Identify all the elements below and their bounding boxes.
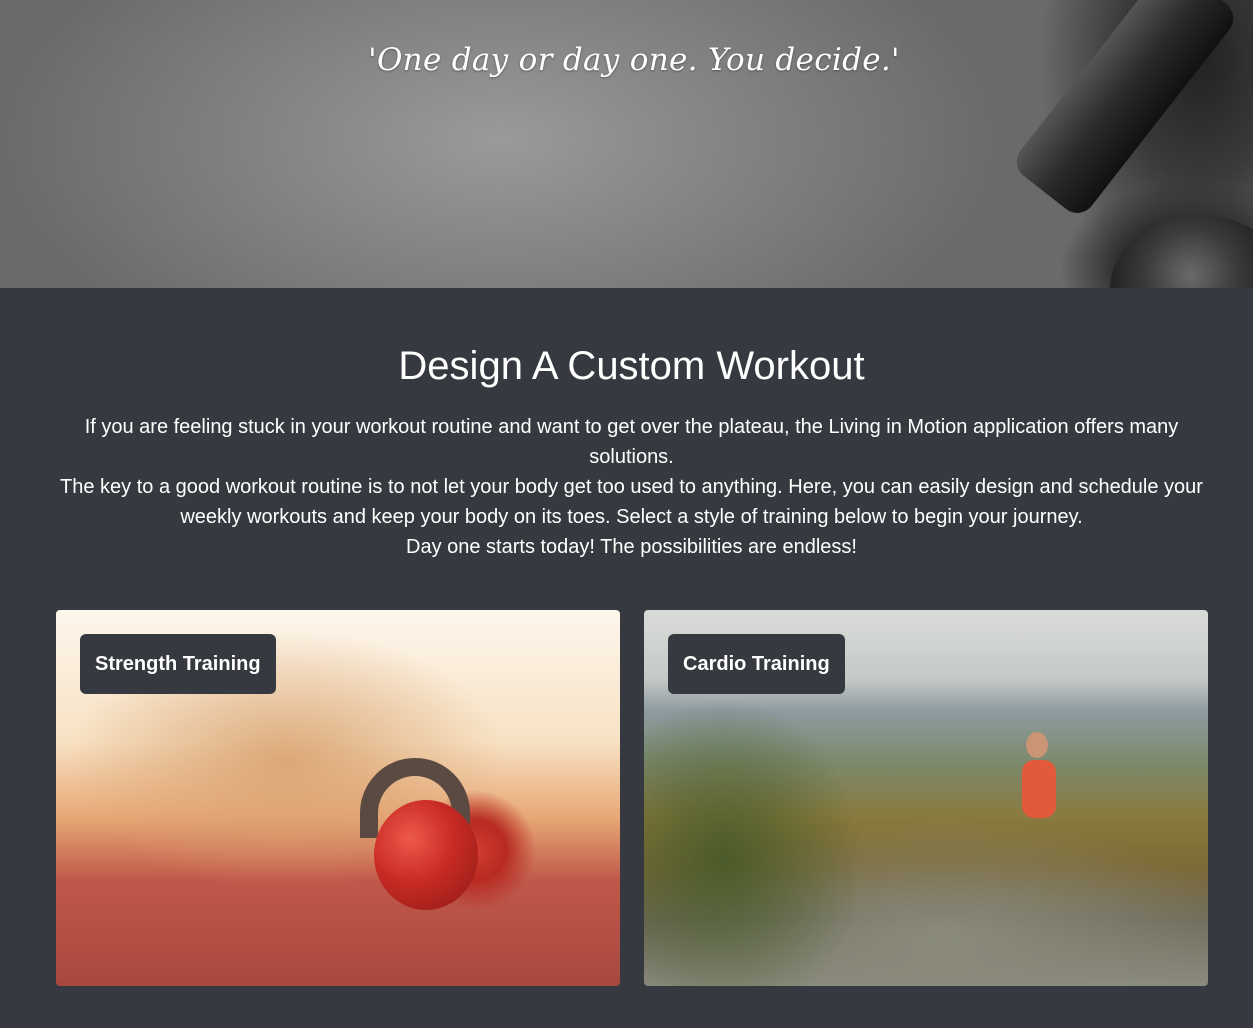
runner-image [1026, 732, 1048, 758]
hero-quote: 'One day or day one. You decide.' [368, 42, 900, 78]
cardio-training-card[interactable]: Cardio Training [644, 610, 1208, 986]
weight-plate-image [1110, 215, 1253, 288]
runner-body-image [1022, 760, 1056, 818]
section-title: Design A Custom Workout [398, 344, 865, 388]
strength-training-button[interactable]: Strength Training [80, 634, 276, 694]
intro-paragraph: Day one starts today! The possibilities … [406, 536, 857, 558]
custom-workout-section: Design A Custom Workout If you are feeli… [0, 288, 1253, 1028]
strength-training-card[interactable]: Strength Training [56, 610, 620, 986]
section-intro: If you are feeling stuck in your workout… [40, 412, 1223, 562]
hero-banner: 'One day or day one. You decide.' [0, 0, 1253, 288]
kettlebell-body-image [374, 800, 478, 910]
dumbbell-bar-image [1009, 0, 1241, 221]
intro-paragraph: If you are feeling stuck in your workout… [84, 416, 1179, 468]
cardio-training-button[interactable]: Cardio Training [668, 634, 845, 694]
intro-paragraph: The key to a good workout routine is to … [60, 476, 1203, 528]
